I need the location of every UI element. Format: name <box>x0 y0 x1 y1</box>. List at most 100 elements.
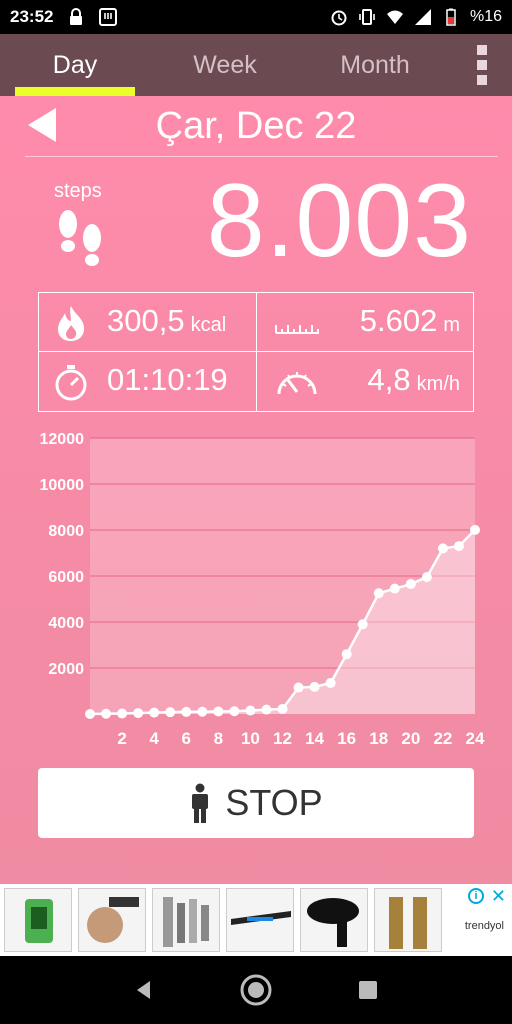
overflow-menu-icon[interactable] <box>452 34 512 96</box>
ruler-icon <box>275 325 319 334</box>
stop-button[interactable]: STOP <box>38 768 474 838</box>
chart-y-tick-label: 10000 <box>40 477 85 494</box>
ad-product-2[interactable] <box>78 888 146 952</box>
chart-data-point <box>229 706 240 717</box>
speed-value: 4,8 <box>367 362 411 397</box>
ad-brand: trendyol <box>464 920 504 932</box>
chart-data-point <box>309 681 320 692</box>
chart-x-tick-label: 20 <box>401 729 420 748</box>
ad-product-3[interactable] <box>152 888 220 952</box>
footprints-icon <box>59 210 101 266</box>
duration-value: 01:10:19 <box>107 362 228 397</box>
vibrate-icon <box>359 9 375 25</box>
home-icon[interactable] <box>239 973 273 1007</box>
chart-data-point <box>437 543 448 554</box>
chart-x-tick-label: 14 <box>305 729 324 748</box>
ad-product-6[interactable] <box>374 888 442 952</box>
calories-value: 300,5 <box>107 303 185 338</box>
chart-data-point <box>470 524 480 535</box>
chart-x-tick-label: 10 <box>241 729 260 748</box>
back-icon[interactable] <box>132 978 156 1002</box>
status-time: 23:52 <box>10 7 54 26</box>
chart-data-point <box>133 708 144 719</box>
tab-week[interactable]: Week <box>150 34 300 96</box>
chart-data-point <box>213 706 224 717</box>
chart-x-tick-label: 24 <box>466 729 485 748</box>
chart-data-point <box>149 707 160 718</box>
person-icon <box>192 783 209 823</box>
stop-label: STOP <box>225 782 323 823</box>
signal-icon <box>414 9 431 25</box>
lock-icon <box>70 8 83 25</box>
duration-cell: 01:10:19 <box>39 352 256 410</box>
chart-data-point <box>197 706 208 717</box>
status-bar: 23:52 %16 <box>0 0 512 34</box>
chart-data-point <box>389 583 400 594</box>
chart-x-tick-label: 4 <box>149 729 159 748</box>
stats-grid: 300,5 kcal 5.602 m 01:10:19 4,8 km/h <box>38 292 474 412</box>
chart-data-point <box>453 541 464 552</box>
wifi-icon <box>386 10 403 24</box>
ad-product-5[interactable] <box>300 888 368 952</box>
chart-x-tick-label: 2 <box>117 729 126 748</box>
chart-y-tick-label: 6000 <box>48 569 84 586</box>
speed-cell: 4,8 km/h <box>257 352 474 410</box>
previous-day-icon[interactable] <box>28 108 56 142</box>
chart-y-tick-label: 4000 <box>48 615 84 632</box>
chart-data-point <box>421 572 432 583</box>
battery-icon <box>446 8 456 26</box>
calories-unit: kcal <box>190 314 227 336</box>
chart-x-tick-label: 8 <box>214 729 223 748</box>
tab-month[interactable]: Month <box>300 34 450 96</box>
speed-unit: km/h <box>416 373 460 395</box>
tab-bar: Day Week Month <box>0 34 512 96</box>
tab-day[interactable]: Day <box>0 34 150 96</box>
speedometer-icon <box>277 372 317 395</box>
distance-value: 5.602 <box>359 303 438 338</box>
date-header: Çar, Dec 22 <box>0 96 512 156</box>
chart-data-point <box>101 708 112 719</box>
ad-product-4[interactable] <box>226 888 294 952</box>
chart-data-point <box>293 682 304 693</box>
chart-data-point <box>245 705 256 716</box>
chart-x-tick-label: 16 <box>337 729 356 748</box>
chart-x-tick-label: 6 <box>182 729 191 748</box>
distance-cell: 5.602 m <box>257 293 474 351</box>
chart-data-point <box>117 708 128 719</box>
chart-y-tick-label: 8000 <box>48 523 84 540</box>
steps-label: steps <box>54 180 102 202</box>
chart-data-point <box>261 704 272 715</box>
distance-unit: m <box>443 314 460 336</box>
ad-product-1[interactable] <box>4 888 72 952</box>
ad-close-icon[interactable]: ✕ <box>491 886 506 907</box>
calories-cell: 300,5 kcal <box>39 293 256 351</box>
chart-x-tick-label: 18 <box>369 729 388 748</box>
recents-icon[interactable] <box>356 978 380 1002</box>
chart-data-point <box>405 579 416 590</box>
chart-data-point <box>85 709 95 719</box>
alarm-icon <box>331 10 347 26</box>
chart-x-tick-label: 12 <box>273 729 292 748</box>
chart-data-point <box>277 703 288 714</box>
chart-x-tick-label: 22 <box>433 729 452 748</box>
chart-data-point <box>325 677 336 688</box>
chart-data-point <box>181 706 192 717</box>
ad-info-icon[interactable]: i <box>468 888 484 904</box>
chart-data-point <box>357 619 368 630</box>
navigation-bar <box>0 956 512 1024</box>
steps-count: 8.003 <box>206 163 472 279</box>
chart-data-point <box>341 649 352 660</box>
chart-data-point <box>373 588 384 599</box>
battery-percent: %16 <box>469 8 502 25</box>
stopwatch-icon <box>55 365 87 401</box>
ad-banner[interactable]: i ✕ trendyol <box>0 884 512 956</box>
flame-icon <box>58 306 85 341</box>
main-panel: Çar, Dec 22 steps 8.003 300,5 kcal 5.602 m <box>0 96 512 884</box>
divider <box>25 156 498 157</box>
hourly-steps-chart: 200040006000800010000120002 4 6 8 10 12 14 16 18… <box>40 431 485 748</box>
chart-y-tick-label: 12000 <box>40 431 85 448</box>
chart-data-point <box>165 707 176 718</box>
current-date: Çar, Dec 22 <box>155 104 357 147</box>
chart-y-tick-label: 2000 <box>48 661 84 678</box>
app-notification-icon <box>99 8 118 26</box>
